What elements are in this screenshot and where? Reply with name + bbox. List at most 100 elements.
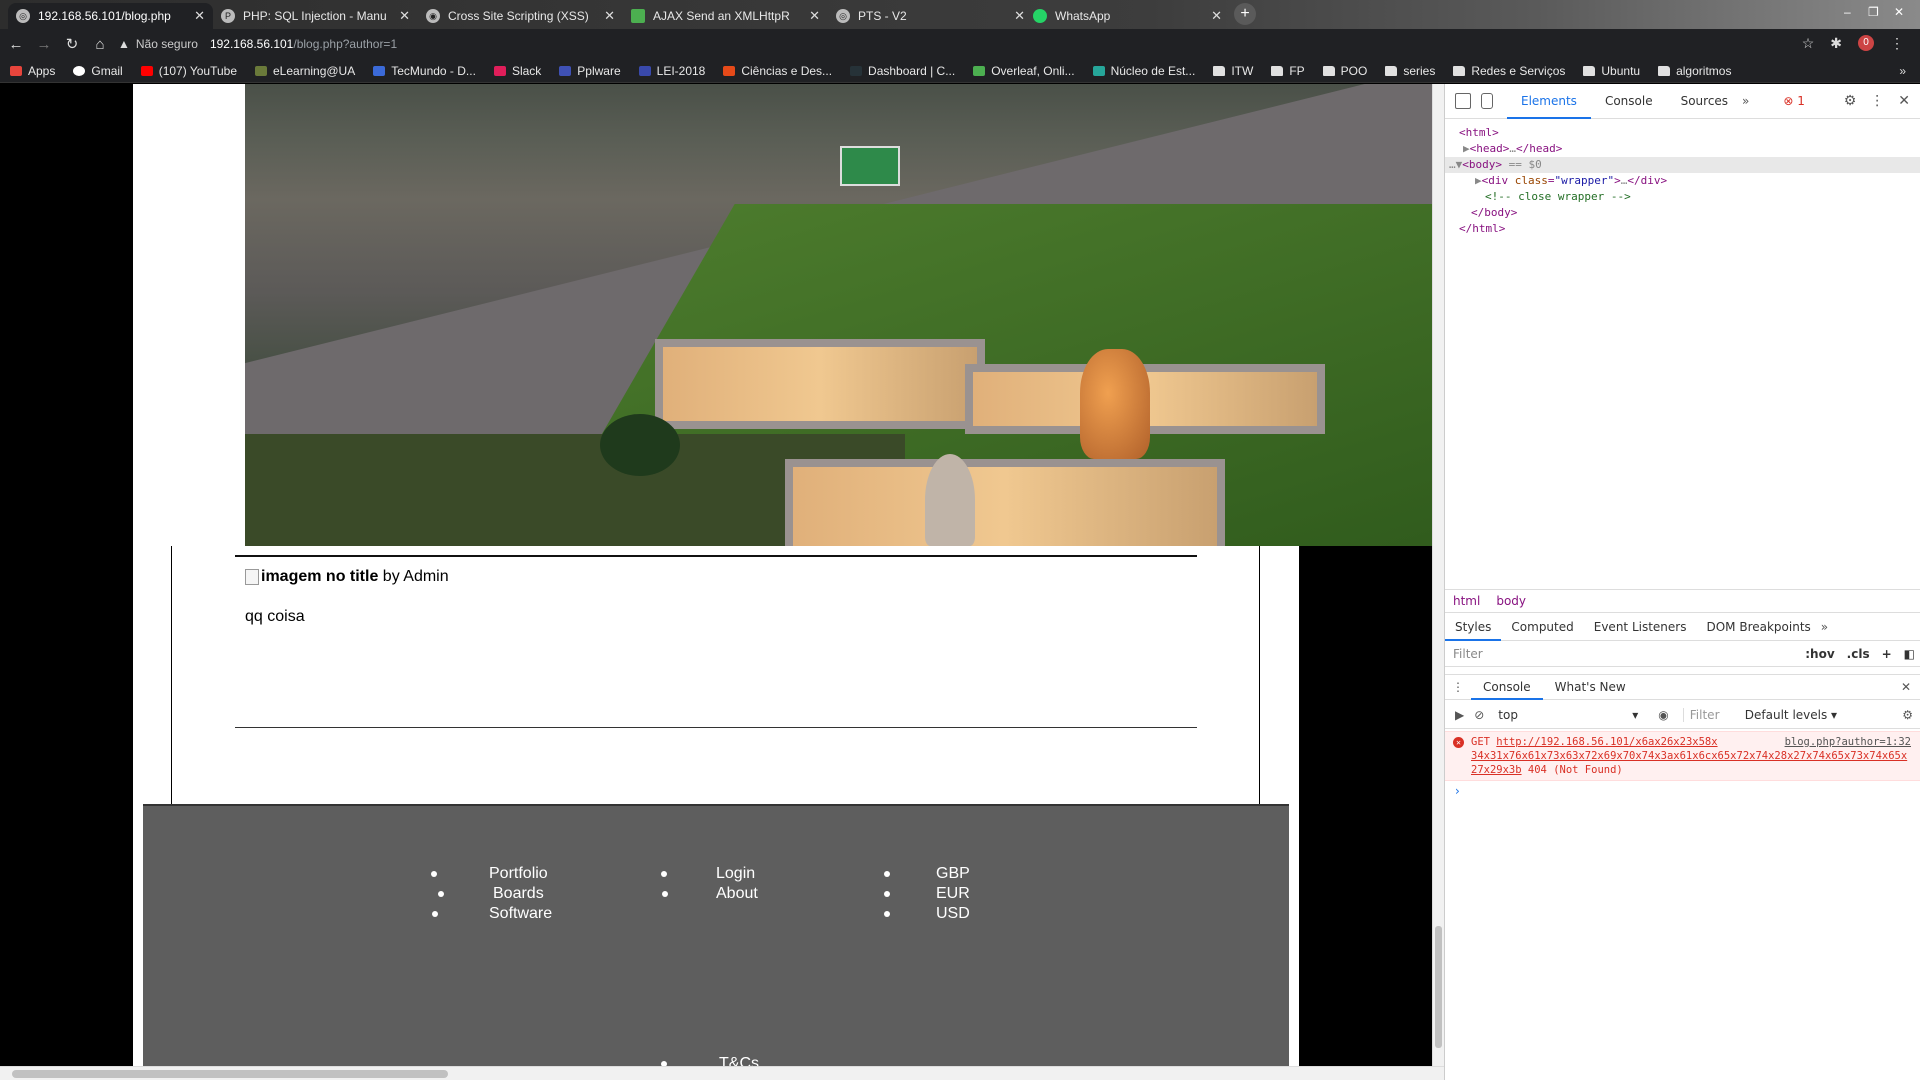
bookmark-folder-ubuntu[interactable]: Ubuntu [1583, 64, 1640, 78]
more-tabs-icon[interactable]: » [1821, 620, 1828, 634]
horizontal-scrollbar[interactable] [0, 1066, 1444, 1080]
error-count-badge[interactable]: ⊗ 1 [1783, 94, 1805, 108]
close-tab-icon[interactable]: ✕ [194, 8, 205, 24]
console-filter-input[interactable]: Filter [1682, 707, 1737, 722]
bookmark-dashboard[interactable]: Dashboard | C... [850, 64, 955, 78]
inspect-element-icon[interactable] [1455, 93, 1471, 109]
footer-link-boards[interactable]: Boards [438, 884, 552, 904]
bookmark-nucleo[interactable]: Núcleo de Est... [1092, 64, 1195, 78]
drawer-menu-icon[interactable]: ⋮ [1445, 680, 1471, 694]
more-bookmarks-icon[interactable]: » [1899, 64, 1906, 78]
close-tab-icon[interactable]: ✕ [604, 8, 615, 24]
footer-link-tcs[interactable]: T&Cs [661, 1054, 759, 1066]
console-settings-icon[interactable]: ⚙ [1902, 708, 1913, 722]
tab-dom-breakpoints[interactable]: DOM Breakpoints [1696, 613, 1820, 641]
bookmark-star-icon[interactable]: ☆ [1802, 35, 1815, 52]
close-devtools-icon[interactable]: ✕ [1898, 93, 1910, 109]
bookmark-folder-poo[interactable]: POO [1322, 64, 1367, 78]
bookmark-folder-fp[interactable]: FP [1271, 64, 1305, 78]
forward-icon[interactable]: → [32, 36, 56, 53]
dom-node-html[interactable]: <html> [1445, 125, 1920, 141]
bookmark-apps[interactable]: Apps [10, 64, 55, 78]
settings-gear-icon[interactable]: ⚙ [1844, 93, 1857, 109]
device-toolbar-icon[interactable] [1481, 93, 1493, 109]
footer-link-about[interactable]: About [662, 884, 758, 904]
menu-icon[interactable]: ⋮ [1890, 35, 1904, 52]
bookmark-overleaf[interactable]: Overleaf, Onli... [973, 64, 1075, 78]
bookmark-youtube[interactable]: (107) YouTube [140, 64, 237, 78]
scroll-thumb[interactable] [1435, 926, 1442, 1048]
hover-state-toggle[interactable]: :hov [1805, 647, 1834, 661]
minimize-icon[interactable]: – [1844, 5, 1851, 19]
bookmark-lei[interactable]: LEI-2018 [638, 64, 705, 78]
maximize-icon[interactable]: ❐ [1868, 5, 1879, 19]
bookmark-tecmundo[interactable]: TecMundo - D... [373, 64, 476, 78]
bookmark-folder-redes[interactable]: Redes e Serviços [1453, 64, 1565, 78]
close-drawer-icon[interactable]: ✕ [1901, 680, 1911, 694]
dom-node-body[interactable]: …▼<body> == $0 [1445, 157, 1920, 173]
console-prompt[interactable]: › [1455, 784, 1460, 798]
footer-link-portfolio[interactable]: Portfolio [431, 864, 552, 884]
home-icon[interactable]: ⌂ [88, 36, 112, 53]
breadcrumb-body[interactable]: body [1496, 594, 1526, 608]
tab-elements[interactable]: Elements [1507, 84, 1591, 119]
footer-link-eur[interactable]: EUR [884, 884, 970, 904]
bookmark-folder-itw[interactable]: ITW [1213, 64, 1253, 78]
close-tab-icon[interactable]: ✕ [1014, 8, 1025, 24]
bookmark-gmail[interactable]: Gmail [73, 64, 123, 78]
dom-node-html-close[interactable]: </html> [1445, 221, 1920, 237]
footer-link-software[interactable]: Software [432, 904, 552, 924]
extensions-icon[interactable]: ✱ [1830, 35, 1842, 52]
toggle-sidebar-icon[interactable]: ◧ [1904, 647, 1915, 661]
security-label[interactable]: Não seguro [136, 37, 198, 51]
tab-blog[interactable]: ◎ 192.168.56.101/blog.php ✕ [8, 3, 213, 29]
context-selector[interactable]: top ▾ [1498, 708, 1638, 722]
bookmark-slack[interactable]: Slack [493, 64, 541, 78]
tab-whatsapp[interactable]: WhatsApp ✕ [1025, 3, 1230, 29]
styles-filter-input[interactable]: Filter [1453, 647, 1483, 661]
bookmark-folder-algoritmos[interactable]: algoritmos [1658, 64, 1731, 78]
kebab-menu-icon[interactable]: ⋮ [1870, 93, 1884, 109]
clear-console-icon[interactable]: ⊘ [1474, 708, 1484, 722]
drawer-tab-whats-new[interactable]: What's New [1543, 674, 1638, 700]
dom-node-wrapper[interactable]: ▶<div class="wrapper">…</div> [1445, 173, 1920, 189]
bookmark-folder-series[interactable]: series [1385, 64, 1435, 78]
tab-php-sql[interactable]: P PHP: SQL Injection - Manu ✕ [213, 3, 418, 29]
bookmark-elearning[interactable]: eLearning@UA [255, 64, 355, 78]
dom-node-body-close[interactable]: </body> [1445, 205, 1920, 221]
error-url[interactable]: http://192.168.56.101/x6ax26x23x58x [1496, 736, 1717, 748]
drawer-tab-console[interactable]: Console [1471, 674, 1543, 700]
more-tabs-icon[interactable]: » [1742, 94, 1749, 108]
tab-styles[interactable]: Styles [1445, 613, 1502, 641]
tab-xss[interactable]: ◉ Cross Site Scripting (XSS) ✕ [418, 3, 623, 29]
address-bar[interactable]: ▲ Não seguro 192.168.56.101/blog.php?aut… [118, 33, 1798, 55]
close-window-icon[interactable]: ✕ [1894, 5, 1904, 19]
footer-link-login[interactable]: Login [661, 864, 758, 884]
footer-link-usd[interactable]: USD [884, 904, 970, 924]
close-tab-icon[interactable]: ✕ [1211, 8, 1222, 24]
tab-sources[interactable]: Sources [1667, 84, 1742, 119]
class-toggle[interactable]: .cls [1847, 647, 1870, 661]
new-tab-button[interactable]: + [1234, 3, 1256, 25]
back-icon[interactable]: ← [4, 36, 28, 53]
vertical-scrollbar[interactable] [1432, 84, 1444, 1066]
breadcrumb-html[interactable]: html [1453, 594, 1480, 608]
bookmark-pplware[interactable]: Pplware [559, 64, 621, 78]
tab-ajax[interactable]: AJAX Send an XMLHttpR ✕ [623, 3, 828, 29]
close-tab-icon[interactable]: ✕ [809, 8, 820, 24]
log-levels-dropdown[interactable]: Default levels ▾ [1745, 708, 1837, 722]
dom-node-head[interactable]: ▶<head>…</head> [1445, 141, 1920, 157]
footer-link-gbp[interactable]: GBP [884, 864, 970, 884]
tab-computed[interactable]: Computed [1501, 613, 1583, 641]
sidebar-toggle-icon[interactable]: ▶ [1455, 708, 1464, 722]
tab-console[interactable]: Console [1591, 84, 1667, 119]
live-expression-eye-icon[interactable]: ◉ [1658, 708, 1668, 722]
bookmark-ciencias[interactable]: Ciências e Des... [723, 64, 832, 78]
dom-comment[interactable]: <!-- close wrapper --> [1445, 189, 1920, 205]
close-tab-icon[interactable]: ✕ [399, 8, 410, 24]
tab-event-listeners[interactable]: Event Listeners [1584, 613, 1697, 641]
error-source-link[interactable]: blog.php?author=1:32 [1785, 735, 1911, 749]
scroll-thumb[interactable] [12, 1070, 448, 1078]
profile-avatar[interactable]: 0 [1858, 35, 1874, 51]
add-rule-icon[interactable]: + [1882, 647, 1892, 661]
